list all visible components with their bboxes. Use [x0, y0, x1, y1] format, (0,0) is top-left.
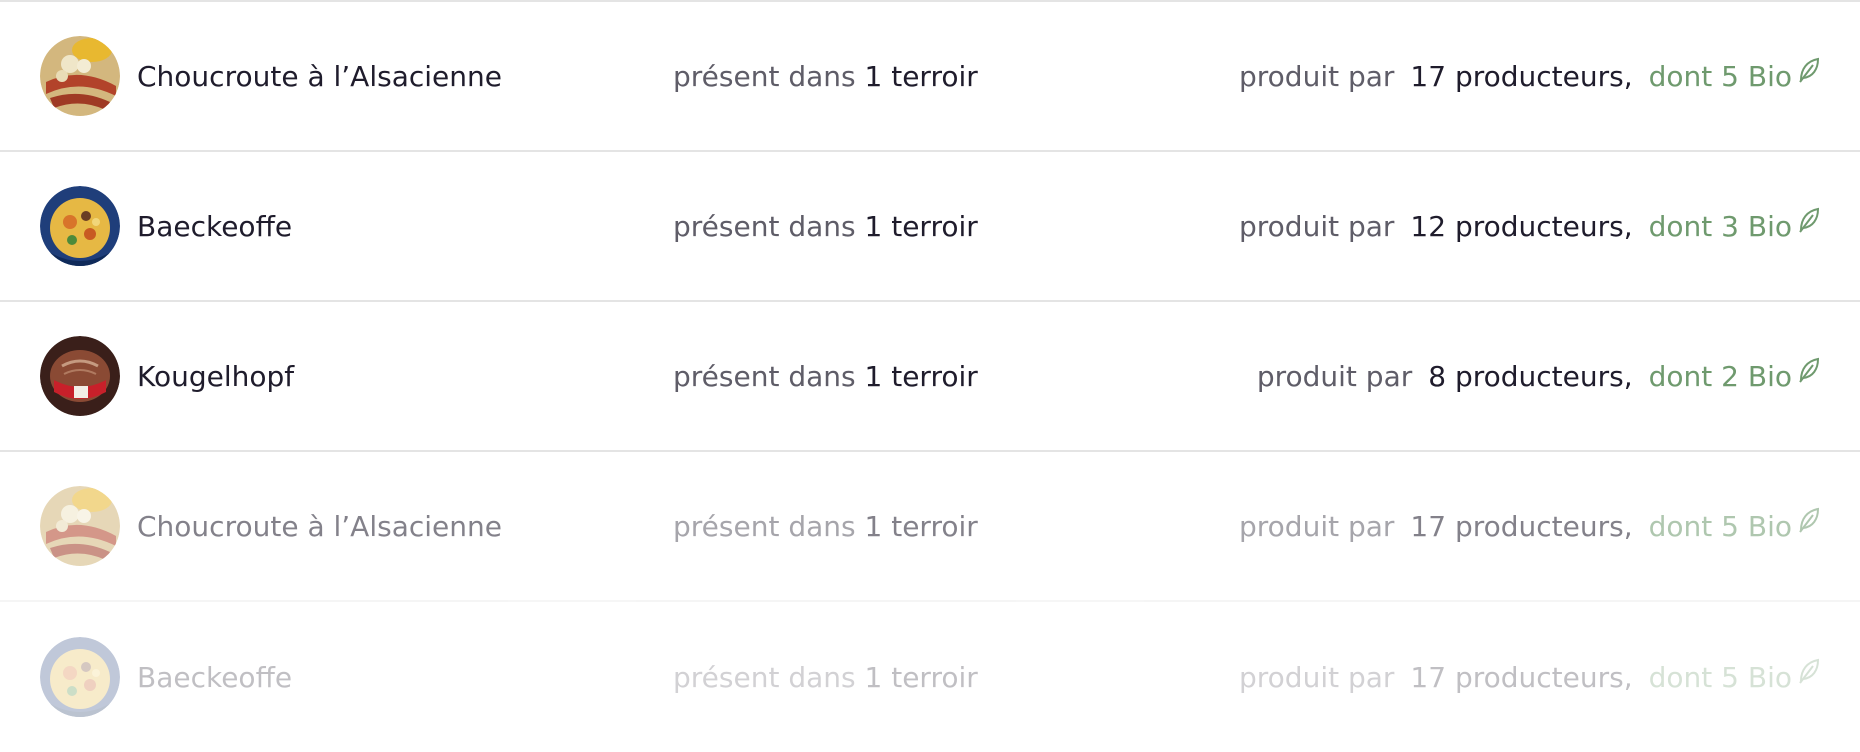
baeckeoffe-avatar [40, 186, 120, 266]
dish-name: Kougelhopf [137, 359, 295, 393]
dish-name: Choucroute à l’Alsacienne [137, 59, 502, 93]
presence-prefix: présent dans [673, 59, 856, 93]
bio-count: dont 5 Bio [1648, 59, 1792, 93]
production-info: produit par 12 producteurs, dont 3 Bio [1239, 207, 1820, 243]
presence-value: 1 terroir [864, 209, 978, 243]
bio-count: dont 2 Bio [1648, 359, 1792, 393]
presence-prefix: présent dans [673, 660, 856, 694]
production-info: produit par 17 producteurs, dont 5 Bio [1239, 507, 1820, 543]
list-item[interactable]: Kougelhopf présent dans 1 terroir produi… [0, 302, 1860, 452]
kougelhopf-avatar [40, 336, 120, 416]
presence-prefix: présent dans [673, 209, 856, 243]
bio-count: dont 5 Bio [1648, 660, 1792, 694]
dish-list: Choucroute à l’Alsacienne présent dans 1… [0, 0, 1860, 752]
producers-prefix: produit par [1239, 660, 1395, 694]
leaf-icon [1798, 507, 1820, 533]
production-info: produit par 17 producteurs, dont 5 Bio [1239, 658, 1820, 694]
producers-count: 12 producteurs, [1410, 209, 1633, 243]
leaf-icon [1798, 207, 1820, 233]
leaf-icon [1798, 658, 1820, 684]
presence-value: 1 terroir [864, 509, 978, 543]
production-info: produit par 8 producteurs, dont 2 Bio [1256, 357, 1820, 393]
bio-count: dont 5 Bio [1648, 509, 1792, 543]
presence-prefix: présent dans [673, 359, 856, 393]
production-info: produit par 17 producteurs, dont 5 Bio [1239, 57, 1820, 93]
leaf-icon [1798, 357, 1820, 383]
dish-name: Choucroute à l’Alsacienne [137, 509, 502, 543]
bio-count: dont 3 Bio [1648, 209, 1792, 243]
list-item[interactable]: Choucroute à l’Alsacienne présent dans 1… [0, 452, 1860, 602]
presence-info: présent dans 1 terroir [673, 360, 978, 393]
producers-count: 17 producteurs, [1410, 509, 1633, 543]
producers-count: 8 producteurs, [1428, 359, 1633, 393]
presence-info: présent dans 1 terroir [673, 60, 978, 93]
producers-prefix: produit par [1239, 209, 1395, 243]
producers-count: 17 producteurs, [1410, 660, 1633, 694]
presence-value: 1 terroir [864, 660, 978, 694]
leaf-icon [1798, 57, 1820, 83]
list-item[interactable]: Choucroute à l’Alsacienne présent dans 1… [0, 2, 1860, 152]
baeckeoffe-avatar [40, 637, 120, 717]
presence-prefix: présent dans [673, 509, 856, 543]
presence-info: présent dans 1 terroir [673, 661, 978, 694]
presence-info: présent dans 1 terroir [673, 510, 978, 543]
presence-value: 1 terroir [864, 59, 978, 93]
list-item[interactable]: Baeckeoffe présent dans 1 terroir produi… [0, 152, 1860, 302]
producers-prefix: produit par [1256, 359, 1413, 393]
choucroute-avatar [40, 486, 120, 566]
presence-info: présent dans 1 terroir [673, 210, 978, 243]
producers-prefix: produit par [1239, 59, 1395, 93]
presence-value: 1 terroir [864, 359, 978, 393]
dish-name: Baeckeoffe [137, 209, 293, 243]
producers-count: 17 producteurs, [1410, 59, 1633, 93]
producers-prefix: produit par [1239, 509, 1395, 543]
choucroute-avatar [40, 36, 120, 116]
list-item[interactable]: Baeckeoffe présent dans 1 terroir produi… [0, 602, 1860, 752]
dish-name: Baeckeoffe [137, 660, 293, 694]
